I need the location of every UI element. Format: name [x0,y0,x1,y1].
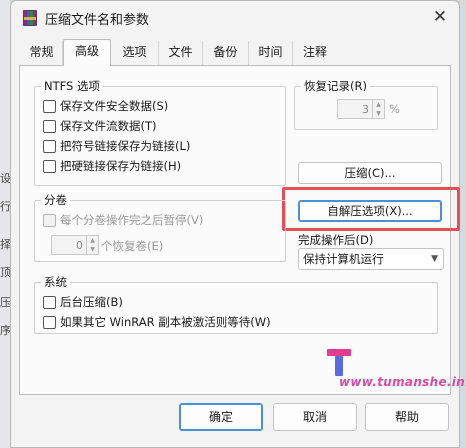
checkbox-label: 如果其它 WinRAR 副本被激活则等待(W) [60,315,271,329]
archive-params-dialog: 压缩文件名和参数 ✕ 常规 高级 选项 文件 备份 时间 注释 NTFS 选项 … [10,0,466,448]
cancel-button[interactable]: 取消 [273,403,357,431]
compression-button[interactable]: 压缩(C)... [298,162,442,184]
recovery-record-group: 恢复记录(R) 3 ▲ ▼ % [294,78,438,130]
checkbox-box[interactable] [43,139,56,153]
tab-backup[interactable]: 备份 [203,41,249,65]
recovery-record-value: 3 [362,102,369,116]
recovery-record-title: 恢复记录(R) [301,78,370,94]
hardlinks-checkbox[interactable]: 把硬链接保存为链接(H) [43,157,181,175]
watermark-logo-icon [327,349,351,377]
tab-general[interactable]: 常规 [21,41,63,65]
save-streams-checkbox[interactable]: 保存文件流数据(T) [43,117,157,135]
ntfs-options-title: NTFS 选项 [41,78,103,94]
title-bar[interactable]: 压缩文件名和参数 ✕ [11,1,459,35]
help-button[interactable]: 帮助 [365,403,449,431]
checkbox-label: 后台压缩(B) [60,295,123,309]
sfx-options-button[interactable]: 自解压选项(X)... [298,200,442,222]
close-button[interactable]: ✕ [429,6,451,28]
volumes-group: 分卷 每个分卷操作完之后暂停(V) 0 ▲ ▼ 个恢复卷(E) [34,192,286,262]
tab-options[interactable]: 选项 [111,41,159,65]
tab-comment[interactable]: 注释 [293,41,337,65]
winrar-app-icon [23,10,37,26]
system-group: 系统 后台压缩(B) 如果其它 WinRAR 副本被激活则等待(W) [34,274,438,334]
after-completion-label: 完成操作后(D) [298,233,374,247]
ok-button[interactable]: 确定 [179,403,263,431]
checkbox-box[interactable] [43,159,56,173]
pause-volume-checkbox[interactable]: 每个分卷操作完之后暂停(V) [43,211,203,229]
recovery-volumes-label: 个恢复卷(E) [101,239,164,253]
background-window-edge: 设 行 择 顶 压 序 [0,0,11,448]
chevron-down-icon[interactable]: ▼ [373,109,384,118]
checkbox-label: 把硬链接保存为链接(H) [60,159,182,173]
recovery-volumes-value: 0 [76,238,83,252]
system-title: 系统 [41,274,70,290]
checkbox-box[interactable] [43,99,56,113]
stepper-arrows[interactable]: ▲ ▼ [86,236,98,254]
recovery-record-stepper[interactable]: 3 ▲ ▼ [337,99,385,119]
chevron-down-icon: ▼ [431,254,438,264]
ntfs-options-group: NTFS 选项 保存文件安全数据(S) 保存文件流数据(T) 把符号链接保存为链… [34,78,286,186]
recovery-volumes-stepper[interactable]: 0 ▲ ▼ [51,235,99,255]
save-security-checkbox[interactable]: 保存文件安全数据(S) [43,97,168,115]
stepper-arrows[interactable]: ▲ ▼ [372,100,384,118]
after-completion-select[interactable]: 保持计算机运行 ▼ [298,248,444,270]
checkbox-box[interactable] [43,295,56,309]
checkbox-label: 每个分卷操作完之后暂停(V) [60,213,204,227]
recovery-record-unit: % [389,102,400,116]
checkbox-box[interactable] [43,315,56,329]
checkbox-box[interactable] [43,213,56,227]
checkbox-label: 把符号链接保存为链接(L) [60,139,191,153]
background-compress-checkbox[interactable]: 后台压缩(B) [43,293,123,311]
chevron-up-icon[interactable]: ▲ [373,100,384,109]
tab-time[interactable]: 时间 [249,41,293,65]
checkbox-label: 保存文件安全数据(S) [60,99,169,113]
chevron-up-icon[interactable]: ▲ [87,236,98,245]
tab-advanced[interactable]: 高级 [63,39,111,66]
advanced-tab-page: NTFS 选项 保存文件安全数据(S) 保存文件流数据(T) 把符号链接保存为链… [19,65,460,395]
close-icon: ✕ [432,7,448,27]
volumes-title: 分卷 [41,192,70,208]
after-completion-value: 保持计算机运行 [303,252,384,266]
checkbox-box[interactable] [43,119,56,133]
wait-other-winrar-checkbox[interactable]: 如果其它 WinRAR 副本被激活则等待(W) [43,313,271,331]
symlinks-checkbox[interactable]: 把符号链接保存为链接(L) [43,137,190,155]
tab-files[interactable]: 文件 [159,41,203,65]
watermark-text: www.tumanshe.info [339,375,466,389]
chevron-down-icon[interactable]: ▼ [87,245,98,254]
window-title: 压缩文件名和参数 [45,13,150,28]
checkbox-label: 保存文件流数据(T) [60,119,157,133]
